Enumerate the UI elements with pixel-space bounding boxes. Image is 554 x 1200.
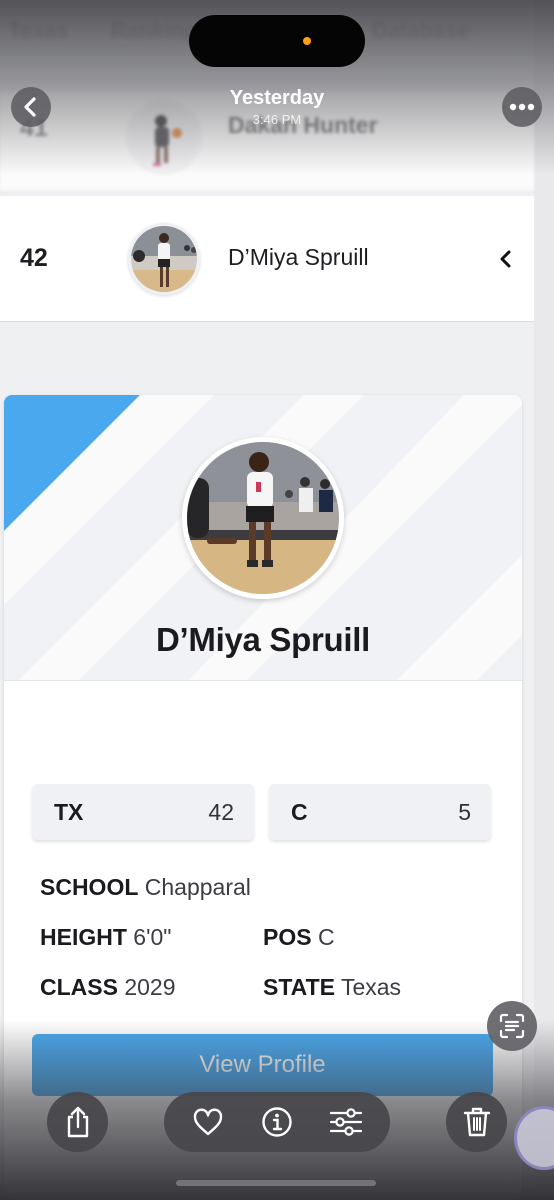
state-label: STATE <box>263 974 335 1000</box>
school-info: SCHOOL Chapparal <box>40 874 251 901</box>
avatar <box>128 223 200 295</box>
delete-button[interactable] <box>446 1092 507 1152</box>
live-text-icon <box>499 1013 525 1039</box>
row-rank: 42 <box>20 244 48 272</box>
row-name: D’Miya Spruill <box>228 244 369 270</box>
background-nav-item: Database <box>371 18 470 43</box>
school-label: SCHOOL <box>40 874 139 900</box>
profile-banner: D’Miya Spruill <box>4 395 522 681</box>
dynamic-island <box>189 15 365 67</box>
info-button[interactable] <box>257 1102 297 1142</box>
state-value: Texas <box>340 974 402 1000</box>
profile-name: D’Miya Spruill <box>155 621 370 658</box>
viewer-timestamp: 3:46 PM <box>252 112 302 127</box>
position-info: POS C <box>263 924 335 951</box>
class-label: CLASS <box>40 974 118 1000</box>
home-indicator[interactable] <box>176 1180 376 1186</box>
position-rank-pill: C 5 <box>269 784 491 840</box>
ranking-row-selected[interactable]: 42 D’Miya Spruill <box>0 196 534 322</box>
trash-icon <box>463 1107 490 1137</box>
photo-actions-group <box>164 1092 390 1152</box>
height-label: HEIGHT <box>40 924 127 950</box>
class-value: 2029 <box>124 974 176 1000</box>
height-value: 6'0" <box>133 924 172 950</box>
heart-icon <box>194 1108 223 1136</box>
profile-avatar <box>182 437 344 599</box>
avatar <box>128 100 200 172</box>
chevron-left-icon[interactable] <box>494 247 518 271</box>
camera-indicator <box>303 37 311 45</box>
view-profile-button[interactable]: View Profile <box>32 1034 493 1096</box>
share-button[interactable] <box>47 1092 108 1152</box>
info-icon <box>262 1107 292 1137</box>
state-info: STATE Texas <box>263 974 401 1001</box>
stat-key: C <box>291 798 308 825</box>
ellipsis-icon <box>509 103 535 111</box>
favorite-button[interactable] <box>188 1102 228 1142</box>
state-rank-pill: TX 42 <box>32 784 254 840</box>
live-text-button[interactable] <box>487 1001 537 1051</box>
pos-value: C <box>317 924 335 950</box>
share-icon <box>67 1106 88 1138</box>
background-nav-item: Texas <box>8 18 69 43</box>
profile-card: D’Miya Spruill TX 42 C 5 SCHOOL Chappara… <box>4 395 522 1200</box>
sliders-icon <box>329 1108 362 1136</box>
more-button[interactable] <box>502 87 542 127</box>
viewer-title: Yesterday <box>229 87 325 109</box>
stat-value: 42 <box>208 798 234 825</box>
class-info: CLASS 2029 <box>40 974 176 1001</box>
stat-value: 5 <box>458 798 471 825</box>
pos-label: POS <box>263 924 312 950</box>
stat-key: TX <box>54 798 84 825</box>
school-value: Chapparal <box>144 874 251 900</box>
height-info: HEIGHT 6'0" <box>40 924 171 951</box>
adjust-button[interactable] <box>326 1102 366 1142</box>
